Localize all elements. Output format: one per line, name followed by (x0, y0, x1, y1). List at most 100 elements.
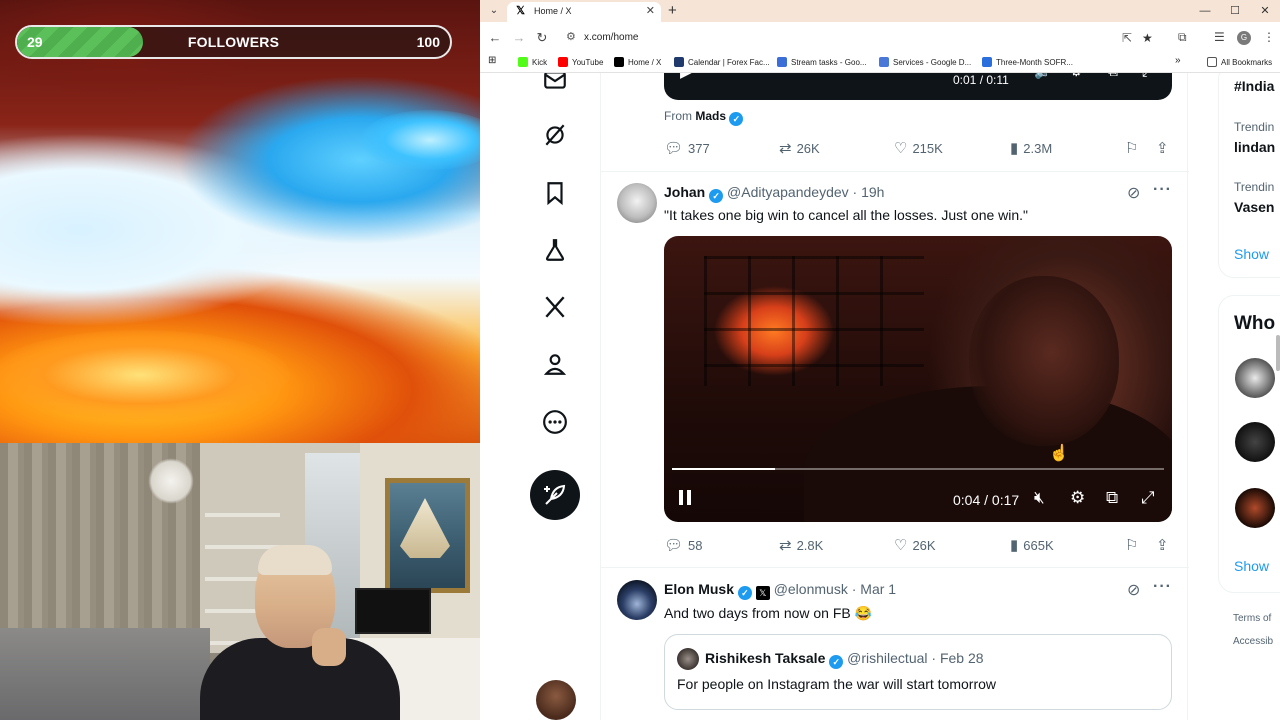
suggested-avatar[interactable] (1235, 488, 1275, 528)
repost-icon: ⇄ (779, 537, 792, 554)
bookmark-star-icon[interactable]: ★ (1142, 31, 1153, 45)
like-button[interactable]: ♡ 26K (894, 536, 936, 554)
jobs-icon[interactable] (542, 237, 568, 263)
post-more-icon[interactable]: ··· (1153, 578, 1172, 596)
maximize-icon[interactable]: ☐ (1220, 2, 1250, 20)
share-icon[interactable]: ⇪ (1156, 139, 1169, 157)
settings-icon[interactable]: ⚙ (1070, 488, 1085, 508)
show-more-follow-link[interactable]: Show (1234, 558, 1269, 574)
reply-icon: 💬︎ (664, 140, 684, 157)
play-icon[interactable]: ▶ (680, 73, 692, 81)
repost-button[interactable]: ⇄ 2.8K (779, 536, 823, 554)
pip-icon[interactable]: ⧉ (1106, 488, 1118, 508)
post-time[interactable]: Mar 1 (860, 581, 896, 597)
minimize-icon[interactable]: — (1190, 2, 1220, 20)
address-bar[interactable]: ⚙ x.com/home ⇱ ★ (560, 27, 1153, 50)
video-progress-track[interactable] (672, 468, 1164, 470)
close-window-icon[interactable]: ✕ (1250, 2, 1280, 20)
quoted-post[interactable]: Rishikesh Taksale ✓ @rishilectual · Feb … (664, 634, 1172, 710)
install-app-icon[interactable]: ⇱ (1122, 31, 1132, 45)
account-avatar[interactable] (536, 680, 576, 720)
post-time[interactable]: 19h (861, 184, 884, 200)
scrollbar-thumb[interactable] (1276, 335, 1280, 371)
extensions-icon[interactable]: ⧉ (1178, 30, 1187, 45)
grok-explain-icon[interactable]: ⊘ (1127, 183, 1140, 203)
browser-menu-icon[interactable]: ⋮ (1263, 30, 1275, 44)
premium-x-icon[interactable] (542, 294, 568, 320)
bookmark-kick[interactable]: Kick (518, 57, 547, 67)
back-icon[interactable]: ← (486, 29, 504, 47)
share-icon[interactable]: ⇪ (1156, 536, 1169, 554)
trend-name[interactable]: #India (1234, 78, 1274, 94)
all-bookmarks[interactable]: All Bookmarks (1207, 57, 1272, 67)
followers-label: FOLLOWERS (187, 34, 280, 50)
verified-badge-icon: ✓ (829, 655, 844, 669)
reload-icon[interactable]: ↻ (533, 29, 551, 47)
bookmark-icon[interactable]: ⚐ (1125, 536, 1138, 554)
more-options-icon[interactable] (542, 409, 568, 435)
bookmarks-icon[interactable] (542, 180, 568, 206)
reply-button[interactable]: 💬︎ 377 (664, 139, 710, 157)
post-avatar[interactable] (617, 183, 657, 223)
trend-category: Trendin (1234, 180, 1275, 194)
prev-post-video[interactable]: ▶ 0:01 / 0:11 🔈 ⚙ ⧉ ⤢ (664, 73, 1172, 100)
right-sidebar: #India Trendin lindan Trendin Vasen Show… (1218, 73, 1280, 720)
bookmark-icon[interactable]: ⚐ (1125, 139, 1138, 157)
profile-icon[interactable] (542, 351, 568, 377)
repost-button[interactable]: ⇄ 26K (779, 139, 820, 157)
pause-icon[interactable] (677, 488, 695, 508)
grok-icon[interactable] (542, 122, 568, 148)
suggested-avatar[interactable] (1235, 358, 1275, 398)
bookmark-youtube[interactable]: YouTube (558, 57, 603, 67)
media-controls-icon[interactable]: ☰ (1214, 30, 1225, 44)
bookmark-services[interactable]: Services - Google D... (879, 57, 971, 67)
site-info-icon[interactable]: ⚙ (566, 30, 576, 43)
show-more-trends-link[interactable]: Show (1234, 246, 1269, 262)
repost-icon: ⇄ (779, 140, 792, 157)
views-button[interactable]: ▮ 2.3M (1010, 139, 1052, 157)
video-fireplace-grate (704, 256, 924, 386)
settings-icon[interactable]: ⚙ (1070, 73, 1083, 80)
grok-explain-icon[interactable]: ⊘ (1127, 580, 1140, 600)
apps-icon[interactable]: ⊞ (488, 55, 496, 66)
messages-icon[interactable] (542, 73, 568, 93)
like-count: 215K (912, 141, 943, 156)
reply-button[interactable]: 💬︎ 58 (664, 536, 703, 554)
more-bookmarks-icon[interactable]: » (1175, 55, 1181, 66)
profile-avatar-icon[interactable]: G (1237, 31, 1251, 45)
who-to-follow-card: Who Show (1218, 295, 1280, 593)
suggested-avatar[interactable] (1235, 422, 1275, 462)
tab-home-x[interactable]: 𝕏 Home / X ✕ (507, 2, 661, 22)
fullscreen-icon[interactable]: ⤢ (1141, 488, 1155, 508)
mute-icon[interactable]: 🔇︎ (1034, 488, 1045, 508)
post-video[interactable]: 0:04 / 0:17 🔇︎ ⚙ ⧉ ⤢ (664, 236, 1172, 522)
bookmark-home-x[interactable]: Home / X (614, 57, 661, 67)
compose-post-button[interactable] (530, 470, 580, 520)
forward-icon[interactable]: → (510, 29, 528, 47)
views-button[interactable]: ▮ 665K (1010, 536, 1054, 554)
from-name[interactable]: Mads (695, 109, 726, 123)
author-name[interactable]: Elon Musk (664, 581, 734, 597)
close-tab-icon[interactable]: ✕ (646, 4, 655, 17)
author-name[interactable]: Johan (664, 184, 705, 200)
author-handle[interactable]: @elonmusk (774, 581, 848, 597)
tab-search-icon[interactable]: ⌄ (486, 3, 502, 19)
game-blue-flare (360, 110, 480, 170)
new-tab-icon[interactable]: + (668, 2, 677, 19)
trend-name[interactable]: Vasen (1234, 199, 1274, 215)
x-home-page: ▶ 0:01 / 0:11 🔈 ⚙ ⧉ ⤢ From Mads ✓ 💬︎377 … (480, 73, 1280, 720)
pip-icon[interactable]: ⧉ (1108, 73, 1118, 80)
post-avatar[interactable] (617, 580, 657, 620)
bookmark-forex-calendar[interactable]: Calendar | Forex Fac... (674, 57, 770, 67)
author-handle[interactable]: @Adityapandeydev (727, 184, 849, 200)
post-more-icon[interactable]: ··· (1153, 181, 1172, 199)
bookmark-label: Services - Google D... (893, 58, 972, 67)
bookmark-sofr[interactable]: Three-Month SOFR... (982, 57, 1073, 67)
trend-name[interactable]: lindan (1234, 139, 1275, 155)
like-button[interactable]: ♡ 215K (894, 139, 943, 157)
fullscreen-icon[interactable]: ⤢ (1142, 73, 1153, 80)
bookmark-stream-tasks[interactable]: Stream tasks - Goo... (777, 57, 867, 67)
terms-link[interactable]: Terms of (1233, 613, 1271, 624)
accessibility-link[interactable]: Accessib (1233, 636, 1273, 647)
volume-icon[interactable]: 🔈 (1034, 73, 1051, 80)
